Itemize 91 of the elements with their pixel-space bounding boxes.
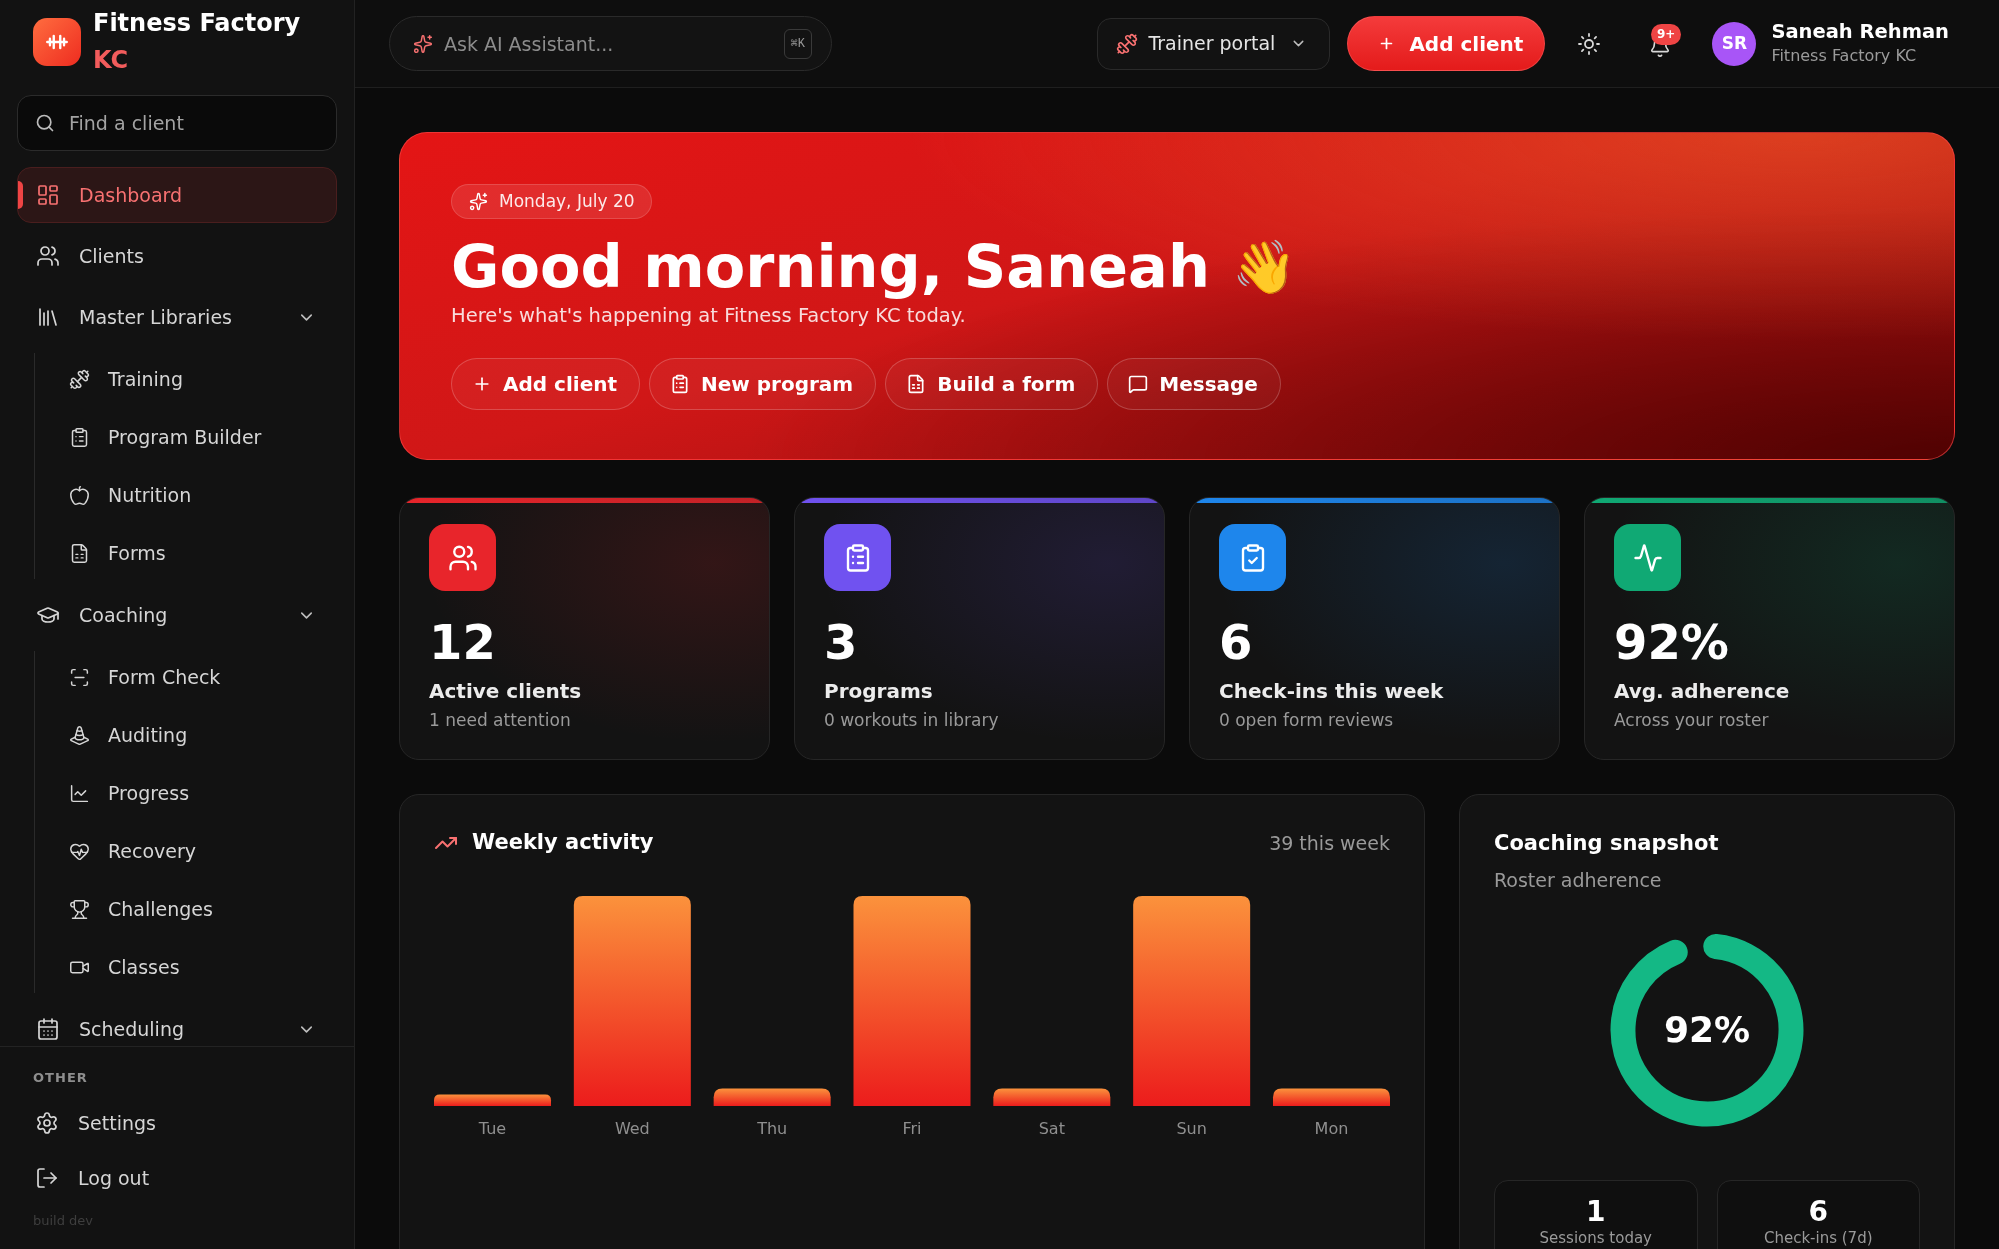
nav-item[interactable]: Training [46, 353, 337, 405]
sparkles-icon [469, 192, 488, 211]
quick-action-button[interactable]: Message [1107, 358, 1281, 410]
library-icon [36, 305, 60, 329]
dumbbell-icon [69, 368, 90, 390]
stat-label: Programs [824, 678, 934, 704]
stat-note: 1 need attention [429, 709, 572, 732]
ai-assistant-field[interactable]: Ask AI Assistant... [444, 23, 773, 64]
nav-item[interactable]: Challenges [46, 883, 337, 935]
nav-item[interactable]: Classes [46, 941, 337, 993]
sun-icon [1577, 31, 1602, 56]
stat-value: 6 [1219, 613, 1254, 671]
stat-note: 0 open form reviews [1219, 709, 1395, 732]
file-icon [69, 542, 90, 564]
line-chart-icon [69, 782, 90, 804]
nav-item[interactable]: Clients [17, 228, 337, 284]
add-client-button[interactable]: Add client [1347, 16, 1546, 71]
ai-assistant-box[interactable]: Ask AI Assistant... ⌘K [389, 16, 832, 71]
user-name: Saneah Rehman [1771, 20, 1949, 44]
nav-item[interactable]: Form Check [46, 651, 337, 703]
greeting-heading: Good morning, Saneah [451, 232, 1210, 302]
nav-item[interactable]: Nutrition [46, 469, 337, 521]
stat-note: 0 workouts in library [824, 709, 1000, 732]
nav-item[interactable]: Scheduling [17, 1001, 337, 1046]
metric-label: Check-ins (7d) [1763, 1229, 1873, 1247]
nav-item[interactable]: Dashboard [17, 167, 337, 223]
client-search-field[interactable]: Find a client [69, 103, 324, 143]
apple-icon [69, 484, 90, 506]
nav-item[interactable]: Coaching [17, 587, 337, 643]
nav-item[interactable]: Progress [46, 767, 337, 819]
metric-value: 6 [1808, 1195, 1828, 1229]
notifications-button[interactable]: 9+ [1638, 21, 1683, 66]
brand-location: KC [93, 45, 130, 76]
card-title: Weekly activity [472, 829, 654, 857]
weekly-total: 39 this week [1269, 830, 1390, 856]
shortcut-key: ⌘K [783, 28, 812, 59]
quick-action-button[interactable]: New program [649, 358, 877, 410]
dumbbell-icon [1116, 32, 1139, 55]
calendar-icon [36, 1017, 60, 1041]
date-label: Monday, July 20 [499, 189, 635, 213]
notification-badge: 9+ [1650, 23, 1682, 45]
nav-item[interactable]: Settings [17, 1098, 337, 1148]
search-icon [35, 113, 55, 133]
card-subtitle: Roster adherence [1494, 868, 1663, 893]
waving-hand-icon: 👋 [1231, 237, 1297, 297]
day-label: Sun [1176, 1118, 1207, 1140]
metric-value: 1 [1586, 1195, 1606, 1229]
traffic-cone-icon [69, 724, 90, 746]
day-label: Fri [902, 1118, 922, 1140]
day-label: Tue [478, 1118, 507, 1140]
quick-action-button[interactable]: Build a form [885, 358, 1099, 410]
logout-icon [35, 1166, 59, 1190]
stat-label: Active clients [429, 678, 583, 704]
nav-item[interactable]: Auditing [46, 709, 337, 761]
scan-icon [69, 666, 90, 688]
stat-value: 12 [429, 613, 497, 671]
sparkles-icon [413, 33, 433, 54]
brand-name: Fitness Factory [93, 8, 301, 39]
users-icon [36, 244, 60, 268]
stat-label: Check-ins this week [1219, 678, 1445, 704]
stat-label: Avg. adherence [1614, 678, 1791, 704]
greeting-subtitle: Here's what's happening at Fitness Factory KC today. [451, 303, 967, 329]
nav-item[interactable]: Master Libraries [17, 289, 337, 345]
settings-icon [35, 1111, 59, 1135]
stat-note: Across your roster [1614, 709, 1770, 732]
file-icon [906, 374, 927, 394]
card-title: Coaching snapshot [1494, 830, 1720, 857]
day-label: Thu [757, 1118, 788, 1140]
message-icon [1128, 374, 1149, 394]
nav-item[interactable]: Recovery [46, 825, 337, 877]
clipboard-icon [69, 426, 90, 448]
section-heading: OTHER [32, 1069, 89, 1087]
client-search-box[interactable]: Find a client [17, 95, 337, 151]
ring-reading: 92% [1663, 1008, 1751, 1052]
user-organization: Fitness Factory KC [1771, 45, 1918, 67]
day-label: Wed [614, 1118, 650, 1140]
clipboard-icon [670, 374, 690, 394]
nav-item[interactable]: Log out [17, 1153, 337, 1203]
day-label: Mon [1314, 1118, 1349, 1140]
portal-switcher[interactable]: Trainer portal [1097, 17, 1331, 70]
nav-item[interactable]: Program Builder [46, 411, 337, 463]
stat-value: 92% [1614, 613, 1730, 671]
trophy-icon [69, 898, 90, 920]
user-avatar[interactable]: SR [1712, 21, 1757, 66]
quick-action-button[interactable]: Add client [451, 358, 640, 410]
day-label: Sat [1038, 1118, 1065, 1140]
metric-label: Sessions today [1539, 1229, 1652, 1247]
nav-item[interactable]: Forms [46, 527, 337, 579]
stat-value: 3 [824, 613, 859, 671]
dumbbell-logo-icon [33, 18, 81, 66]
dashboard-icon [36, 183, 60, 207]
